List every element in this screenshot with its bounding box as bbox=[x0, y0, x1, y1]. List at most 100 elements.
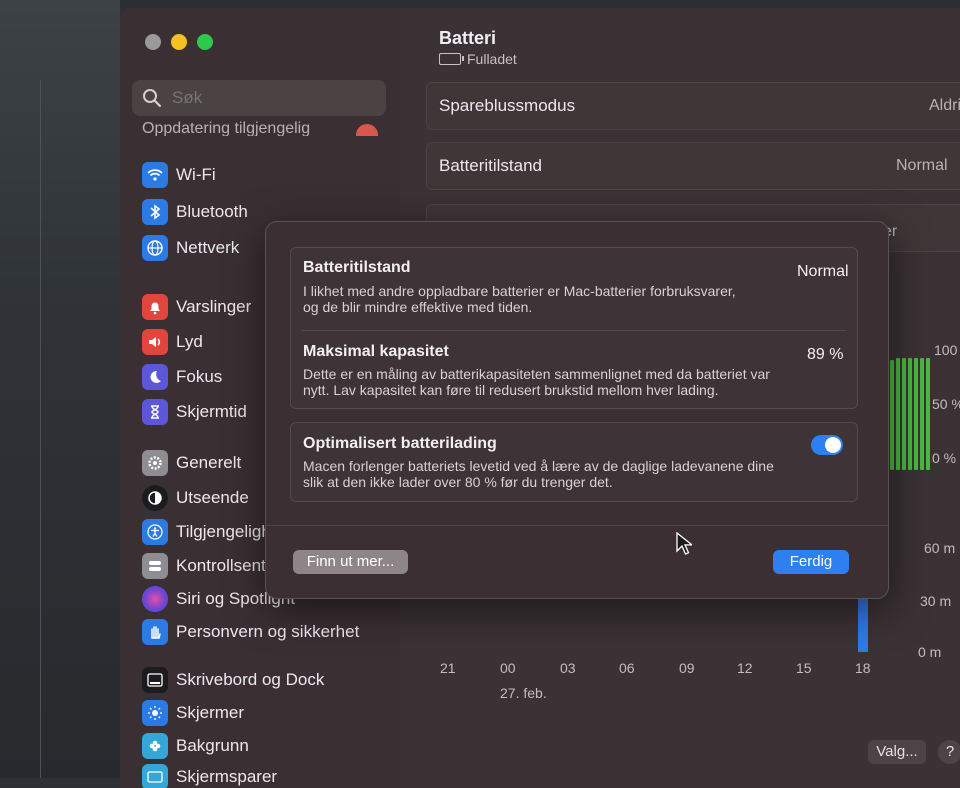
gear-icon bbox=[142, 450, 168, 476]
done-button[interactable]: Ferdig bbox=[773, 550, 849, 574]
capacity-description-line-2: nytt. Lav kapasitet kan føre til reduser… bbox=[303, 382, 719, 398]
bluetooth-icon bbox=[142, 199, 168, 225]
x-tick-label: 12 bbox=[737, 660, 753, 676]
appearance-icon bbox=[142, 485, 168, 511]
hand-icon bbox=[142, 619, 168, 645]
low-power-mode-label: Spareblussmodus bbox=[439, 96, 576, 115]
optimized-charging-title: Optimalisert batterilading bbox=[303, 435, 497, 452]
optimized-charging-description-line-1: Macen forlenger batteriets levetid ved å… bbox=[303, 458, 774, 474]
sidebar-item-label: Generelt bbox=[176, 453, 242, 472]
battery-level-bar bbox=[926, 358, 930, 470]
y-tick-label: 60 m bbox=[924, 540, 956, 556]
y-tick-label: 50 % bbox=[932, 396, 960, 412]
sidebar-item-displays[interactable]: Skjermer bbox=[142, 698, 244, 728]
sidebar-item-label: Skjermer bbox=[176, 703, 245, 722]
sidebar-item-label: Utseende bbox=[176, 488, 249, 507]
sidebar-item-privacy[interactable]: Personvern og sikkerhet bbox=[142, 617, 359, 647]
zoom-button[interactable] bbox=[197, 34, 213, 50]
speaker-icon bbox=[142, 329, 168, 355]
accessibility-icon bbox=[142, 519, 168, 545]
dialog-divider bbox=[266, 525, 888, 526]
help-button[interactable]: ? bbox=[938, 740, 960, 764]
bell-icon bbox=[142, 294, 168, 320]
y-tick-label: 0 % bbox=[932, 450, 957, 466]
health-panel: Batteritilstand Normal I likhet med andr… bbox=[290, 247, 858, 409]
health-title: Batteritilstand bbox=[303, 259, 411, 276]
capacity-title: Maksimal kapasitet bbox=[303, 343, 449, 360]
background-window bbox=[0, 0, 120, 778]
close-button[interactable] bbox=[145, 34, 161, 50]
y-tick-label: 30 m bbox=[920, 593, 952, 609]
battery-status: Fulladet bbox=[439, 51, 517, 67]
background-top bbox=[120, 0, 960, 8]
sidebar-item-label: Fokus bbox=[176, 367, 223, 386]
battery-level-bar bbox=[902, 358, 906, 470]
sun-icon bbox=[142, 700, 168, 726]
low-power-mode-value[interactable]: Aldri bbox=[929, 97, 960, 115]
health-value: Normal bbox=[797, 263, 849, 280]
learn-more-button[interactable]: Finn ut mer... bbox=[293, 550, 408, 574]
search-input[interactable] bbox=[170, 87, 374, 109]
battery-health-value: Normal bbox=[896, 157, 948, 174]
search-icon bbox=[143, 89, 162, 108]
search-field[interactable] bbox=[132, 80, 386, 116]
low-power-mode-row[interactable]: Spareblussmodus Aldri bbox=[426, 82, 960, 130]
sidebar-item-sound[interactable]: Lyd bbox=[142, 327, 203, 357]
sidebar-item-desktop-dock[interactable]: Skrivebord og Dock bbox=[142, 665, 324, 695]
battery-status-label: Fulladet bbox=[467, 51, 517, 67]
mouse-cursor-icon bbox=[676, 532, 692, 555]
sidebar-item-wifi[interactable]: Wi-Fi bbox=[142, 160, 216, 190]
toggle-knob bbox=[825, 437, 841, 453]
siri-icon bbox=[142, 586, 168, 612]
sidebar-item-network[interactable]: Nettverk bbox=[142, 233, 239, 263]
hourglass-icon bbox=[142, 399, 168, 425]
x-tick-label: 00 bbox=[500, 660, 516, 676]
sidebar-item-accessibility[interactable]: Tilgjengelighet bbox=[142, 517, 285, 547]
x-tick-label: 09 bbox=[679, 660, 695, 676]
sidebar-item-general[interactable]: Generelt bbox=[142, 448, 241, 478]
optimized-charging-description-line-2: slik at den ikke lader over 80 % før du … bbox=[303, 474, 613, 490]
update-available-row[interactable]: Oppdatering tilgjengelig bbox=[142, 114, 382, 136]
dock-icon bbox=[142, 667, 168, 693]
divider bbox=[301, 330, 847, 331]
health-description-line-1: I likhet med andre oppladbare batterier … bbox=[303, 283, 736, 299]
optimized-charging-panel: Optimalisert batterilading Macen forleng… bbox=[290, 422, 858, 502]
sidebar-item-label: Nettverk bbox=[176, 238, 240, 257]
globe-icon bbox=[142, 235, 168, 261]
sidebar-item-appearance[interactable]: Utseende bbox=[142, 483, 249, 513]
battery-level-bar bbox=[914, 358, 918, 470]
x-tick-label: 18 bbox=[855, 660, 871, 676]
sidebar-item-label: Skrivebord og Dock bbox=[176, 670, 325, 689]
screensaver-icon bbox=[142, 764, 168, 788]
optimized-charging-toggle[interactable] bbox=[811, 435, 843, 455]
x-tick-label: 21 bbox=[440, 660, 456, 676]
update-badge bbox=[356, 124, 378, 136]
sidebar-item-bluetooth[interactable]: Bluetooth bbox=[142, 197, 248, 227]
battery-level-bar bbox=[890, 360, 894, 470]
x-tick-label: 06 bbox=[619, 660, 635, 676]
battery-health-label: Batteritilstand bbox=[439, 156, 542, 175]
sidebar-item-screensaver[interactable]: Skjermsparer bbox=[142, 762, 277, 788]
wifi-icon bbox=[142, 162, 168, 188]
battery-health-row[interactable]: Batteritilstand Normal bbox=[426, 142, 960, 190]
moon-icon bbox=[142, 364, 168, 390]
control-center-icon bbox=[142, 553, 168, 579]
battery-level-bar bbox=[908, 358, 912, 470]
health-description-line-2: og de blir mindre effektive med tiden. bbox=[303, 299, 533, 315]
date-label: 27. feb. bbox=[500, 685, 547, 701]
sidebar-item-label: Skjermtid bbox=[176, 402, 247, 421]
options-button[interactable]: Valg... bbox=[868, 740, 926, 764]
sidebar-item-focus[interactable]: Fokus bbox=[142, 362, 222, 392]
sidebar-item-label: Skjermsparer bbox=[176, 767, 278, 786]
page-title: Batteri bbox=[439, 28, 497, 48]
sidebar-item-label: Bluetooth bbox=[176, 202, 248, 221]
sidebar-item-label: Bakgrunn bbox=[176, 736, 249, 755]
sidebar-item-screen-time[interactable]: Skjermtid bbox=[142, 397, 247, 427]
sidebar-item-wallpaper[interactable]: Bakgrunn bbox=[142, 731, 249, 761]
battery-level-bar bbox=[920, 358, 924, 470]
sidebar-item-notifications[interactable]: Varslinger bbox=[142, 292, 251, 322]
sidebar-item-control-center[interactable]: Kontrollsenter bbox=[142, 551, 281, 581]
sidebar-item-label: Personvern og sikkerhet bbox=[176, 622, 360, 641]
minimize-button[interactable] bbox=[171, 34, 187, 50]
capacity-value: 89 % bbox=[807, 346, 844, 363]
